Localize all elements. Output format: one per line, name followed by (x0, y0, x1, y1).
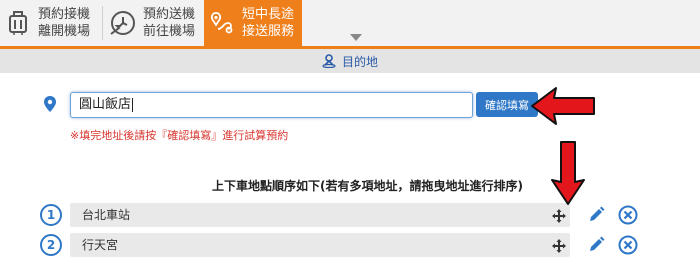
address-hint: ※填完地址後請按『確認填寫』進行試算預約 (70, 129, 289, 142)
service-tabs: 預約接機 離開機場 預約送機 前往機場 短中長途 接送服務 (0, 0, 700, 49)
route-pin-icon (204, 5, 240, 41)
stop-row[interactable]: 2 行天宮 (40, 233, 640, 260)
stop-order-title: 上下車地點順序如下(若有多項地址，請拖曳地址進行排序) (212, 179, 523, 193)
drag-move-icon[interactable] (552, 238, 566, 257)
annotation-arrow-down (551, 141, 585, 205)
chevron-down-icon (350, 34, 362, 41)
tab-divider (102, 6, 103, 40)
edit-pencil-icon[interactable] (587, 236, 605, 258)
delete-circle-icon[interactable] (618, 235, 638, 259)
tab-long-distance[interactable]: 短中長途 接送服務 (204, 0, 302, 46)
confirm-fill-button[interactable]: 確認填寫 (476, 92, 538, 117)
address-value: 圓山飯店 (79, 97, 132, 112)
plane-clock-icon (105, 5, 141, 41)
tab-airport-pickup[interactable]: 預約接機 離開機場 (0, 0, 100, 46)
stop-number-badge: 2 (40, 234, 62, 256)
stop-address: 台北車站 (70, 203, 570, 227)
tab-label: 短中長途 接送服務 (242, 7, 295, 39)
destination-address-input[interactable]: 圓山飯店 (70, 92, 473, 118)
tab-label: 預約送機 前往機場 (143, 7, 196, 39)
stop-number-badge: 1 (40, 204, 62, 226)
person-pin-icon (322, 54, 336, 68)
delete-circle-icon[interactable] (618, 205, 638, 229)
stop-address: 行天宮 (70, 233, 570, 257)
stop-row[interactable]: 1 台北車站 (40, 203, 640, 230)
tab-label: 預約接機 離開機場 (38, 7, 91, 39)
text-cursor (132, 97, 134, 112)
drag-move-icon[interactable] (552, 208, 566, 227)
tab-airport-dropoff[interactable]: 預約送機 前往機場 (105, 0, 203, 46)
section-title: 目的地 (341, 54, 378, 69)
section-header-destination: 目的地 (0, 49, 700, 73)
edit-pencil-icon[interactable] (587, 206, 605, 228)
location-pin-icon (44, 96, 56, 116)
annotation-arrow-left (531, 87, 595, 125)
luggage-icon (0, 5, 36, 41)
